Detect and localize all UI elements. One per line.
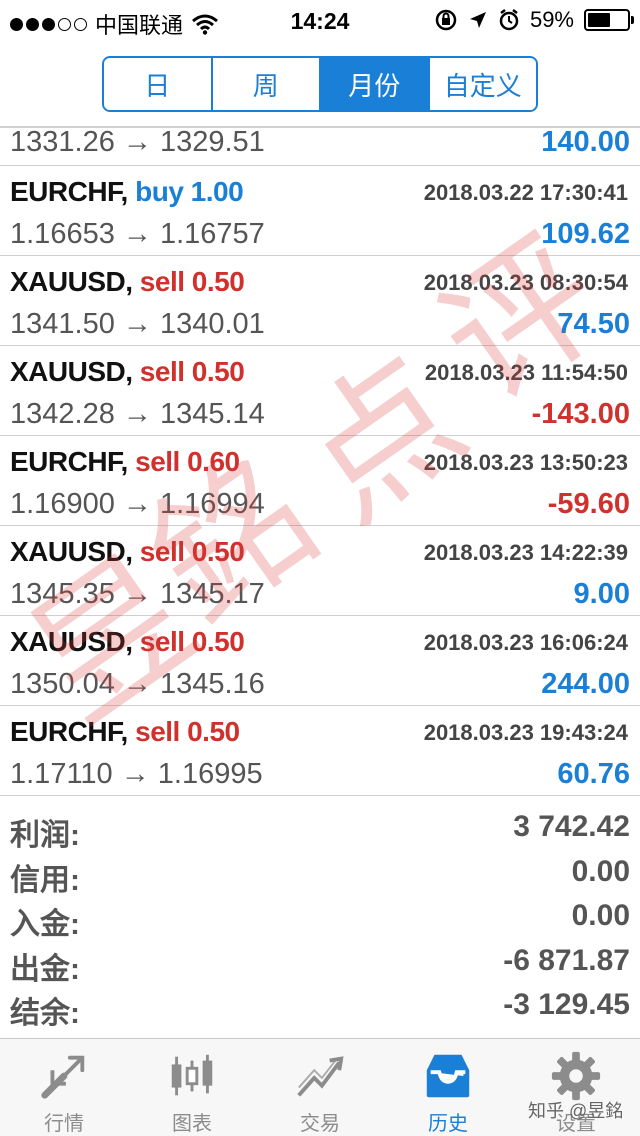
summary-label: 信用: <box>10 863 80 897</box>
summary-label: 入金: <box>10 908 80 941</box>
trade-title: XAUUSD, sell 0.50 <box>10 626 245 658</box>
tab-history[interactable]: 历史 <box>384 1039 512 1136</box>
trade-row[interactable]: EURCHF, buy 1.00 2018.03.22 17:30:41 1.166… <box>0 166 640 256</box>
segment-month[interactable]: 月份 <box>321 58 430 110</box>
trade-symbol: EURCHF, <box>10 446 128 477</box>
summary-label: 结余: <box>10 997 80 1030</box>
trade-prices: 1342.28 → 1345.14 <box>10 398 265 430</box>
trade-row[interactable]: XAUUSD, sell 0.50 2018.03.23 11:54:50 1342… <box>0 346 640 436</box>
tab-label: 交易 <box>300 1113 340 1135</box>
trade-row[interactable]: XAUUSD, sell 0.50 2018.03.23 16:06:24 1350… <box>0 616 640 706</box>
trade-side: sell 0.50 <box>139 626 245 657</box>
trade-title: EURCHF, sell 0.60 <box>10 446 240 478</box>
summary-value: -3 129.45 <box>503 988 630 1021</box>
trade-profit: 109.62 <box>541 218 630 250</box>
trade-prices: 1.16653 → 1.16757 <box>10 218 265 250</box>
segment-day[interactable]: 日 <box>104 58 213 110</box>
tab-chart[interactable]: 图表 <box>128 1039 256 1136</box>
trade-symbol: EURCHF, <box>10 176 128 207</box>
trade-datetime: 2018.03.23 11:54:50 <box>424 360 628 385</box>
history-icon <box>426 1054 470 1098</box>
trade-symbol: XAUUSD, <box>10 356 133 387</box>
trade-title: XAUUSD, sell 0.50 <box>10 536 245 568</box>
trade-prices: 1.16900 → 1.16994 <box>10 488 265 520</box>
trade-profit: 140.00 <box>541 126 630 158</box>
trade-history-list[interactable]: 1331.26 → 1329.51 140.00 EURCHF, buy 1.0… <box>0 126 640 796</box>
trade-side: sell 0.50 <box>139 266 245 297</box>
trade-row[interactable]: EURCHF, sell 0.50 2018.03.23 19:43:24 1.17… <box>0 706 640 796</box>
trade-title: EURCHF, buy 1.00 <box>10 176 244 208</box>
trade-profit: 244.00 <box>541 668 630 700</box>
footer-credit: 知乎 @昱銘 <box>528 1101 624 1121</box>
trade-symbol: XAUUSD, <box>10 266 133 297</box>
trade-datetime: 2018.03.23 16:06:24 <box>423 630 628 655</box>
summary-value: 0.00 <box>571 899 630 932</box>
summary-value: -6 871.87 <box>503 943 630 977</box>
trade-prices: 1345.35 → 1345.17 <box>10 578 265 610</box>
trade-row[interactable]: EURCHF, sell 0.60 2018.03.23 13:50:23 1.16… <box>0 436 640 526</box>
trade-symbol: XAUUSD, <box>10 626 133 657</box>
trade-datetime: 2018.03.22 17:30:41 <box>423 180 628 205</box>
chart-icon <box>171 1054 213 1096</box>
tab-label: 历史 <box>428 1113 468 1135</box>
summary-value: 3 742.42 <box>513 810 630 843</box>
summary-row-balance: 结余: -3 129.45 <box>0 986 640 1031</box>
trade-side: buy 1.00 <box>135 176 244 207</box>
battery-fill <box>588 13 611 27</box>
quotes-icon <box>41 1055 85 1099</box>
trade-profit: -59.60 <box>547 488 630 520</box>
trade-side: sell 0.60 <box>135 446 240 477</box>
trade-row[interactable]: XAUUSD, sell 0.50 2018.03.23 14:22:39 1345… <box>0 526 640 616</box>
trade-profit: -143.00 <box>531 398 630 430</box>
alarm-icon <box>499 9 519 31</box>
segment-week[interactable]: 周 <box>212 58 321 110</box>
summary-label: 利润: <box>10 819 80 852</box>
tab-label: 图表 <box>172 1113 212 1135</box>
trade-side: sell 0.50 <box>139 536 245 567</box>
status-bar: 中国联通 14:24 59% <box>0 0 640 40</box>
trade-profit: 9.00 <box>573 578 630 610</box>
tab-label: 行情 <box>44 1113 84 1135</box>
trade-datetime: 2018.03.23 13:50:23 <box>423 450 628 475</box>
period-segmented-control: 日 周 月份 自定义 <box>102 56 538 112</box>
gear-icon <box>551 1051 601 1101</box>
segment-custom[interactable]: 自定义 <box>429 58 536 110</box>
trade-profit: 60.76 <box>557 758 630 790</box>
trade-prices: 1.17110 → 1.16995 <box>10 758 263 790</box>
battery-percent: 59% <box>529 7 574 32</box>
summary-row-withdrawal: 出金: -6 871.87 <box>0 942 640 987</box>
status-right: 59% <box>434 7 634 33</box>
summary-label: 出金: <box>10 952 80 986</box>
trade-icon <box>297 1056 344 1097</box>
trade-side: sell 0.50 <box>135 716 240 747</box>
rotation-lock-icon <box>435 9 457 31</box>
tab-trade[interactable]: 交易 <box>256 1039 384 1136</box>
trade-symbol: XAUUSD, <box>10 536 133 567</box>
trade-row[interactable]: XAUUSD, sell 0.50 2018.03.23 08:30:54 1341… <box>0 256 640 346</box>
trade-prices: 1331.26 → 1329.51 <box>10 126 265 158</box>
summary-row-profit: 利润: 3 742.42 <box>0 808 640 853</box>
trade-datetime: 2018.03.23 19:43:24 <box>423 720 628 745</box>
trade-prices: 1341.50 → 1340.01 <box>10 308 265 340</box>
trade-datetime: 2018.03.23 08:30:54 <box>423 270 628 295</box>
trade-datetime: 2018.03.23 14:22:39 <box>423 540 628 565</box>
trade-title: EURCHF, sell 0.50 <box>10 716 240 748</box>
summary-row-credit: 信用: 0.00 <box>0 853 640 898</box>
trade-prices: 1350.04 → 1345.16 <box>10 668 265 700</box>
trade-title: XAUUSD, sell 0.50 <box>10 266 245 298</box>
account-summary: 利润: 3 742.42 信用: 0.00 入金: 0.00 出金: -6 87… <box>0 808 640 1031</box>
trade-side: sell 0.50 <box>139 356 245 387</box>
trade-profit: 74.50 <box>557 308 630 340</box>
trade-symbol: EURCHF, <box>10 716 128 747</box>
tab-quotes[interactable]: 行情 <box>0 1039 128 1136</box>
summary-value: 0.00 <box>571 854 630 888</box>
trade-row[interactable]: 1331.26 → 1329.51 140.00 <box>0 126 640 166</box>
trade-title: XAUUSD, sell 0.50 <box>10 356 245 388</box>
summary-row-deposit: 入金: 0.00 <box>0 897 640 942</box>
location-icon <box>469 12 486 28</box>
battery-icon <box>584 9 634 31</box>
